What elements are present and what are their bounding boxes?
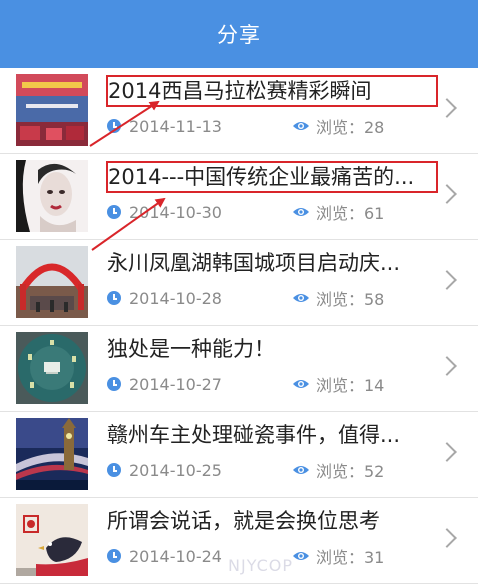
item-title: 2014---中国传统企业最痛苦的... (106, 161, 438, 193)
item-date: 2014-10-30 (107, 201, 222, 223)
item-date: 2014-10-25 (107, 459, 222, 481)
thumbnail-birds (16, 504, 88, 576)
date-text: 2014-11-13 (129, 116, 222, 136)
list-item[interactable]: 所谓会说话，就是会换位思考 2014-10-24 浏览：31 (0, 498, 478, 584)
list-item[interactable]: 2014---中国传统企业最痛苦的... 2014-10-30 浏览：61 (0, 154, 478, 240)
date-text: 2014-10-27 (129, 374, 222, 394)
item-views: 浏览：31 (292, 545, 384, 567)
page-title: 分享 (217, 23, 261, 47)
item-views: 浏览：61 (292, 201, 384, 223)
item-date: 2014-10-24 (107, 545, 222, 567)
item-title: 赣州车主处理碰瓷事件，值得... (107, 423, 401, 447)
eye-icon (292, 378, 310, 390)
chevron-right-icon (437, 270, 457, 290)
item-views: 浏览：58 (292, 287, 384, 309)
list-item[interactable]: 永川凤凰湖韩国城项目启动庆... 2014-10-28 浏览：58 (0, 240, 478, 326)
item-title: 永川凤凰湖韩国城项目启动庆... (107, 251, 401, 275)
clock-icon (107, 377, 121, 391)
date-text: 2014-10-28 (129, 288, 222, 308)
item-views: 浏览：14 (292, 373, 384, 395)
list-item[interactable]: 2014西昌马拉松赛精彩瞬间 2014-11-13 浏览：28 (0, 68, 478, 154)
thumbnail-portrait (16, 160, 88, 232)
chevron-right-icon (437, 98, 457, 118)
views-text: 浏览：28 (316, 118, 385, 137)
clock-icon (107, 119, 121, 133)
share-list: 2014西昌马拉松赛精彩瞬间 2014-11-13 浏览：28 2014---中… (0, 68, 478, 584)
date-text: 2014-10-24 (129, 546, 222, 566)
item-title: 所谓会说话，就是会换位思考 (107, 509, 380, 533)
item-title: 独处是一种能力！ (107, 337, 275, 361)
item-views: 浏览：52 (292, 459, 384, 481)
eye-icon (292, 464, 310, 476)
item-date: 2014-10-28 (107, 287, 222, 309)
views-text: 浏览：14 (316, 376, 385, 395)
thumbnail-ceremony (16, 246, 88, 318)
eye-icon (292, 292, 310, 304)
views-text: 浏览：61 (316, 204, 385, 223)
clock-icon (107, 549, 121, 563)
eye-icon (292, 206, 310, 218)
thumbnail-marathon (16, 74, 88, 146)
views-text: 浏览：31 (316, 548, 385, 567)
chevron-right-icon (437, 184, 457, 204)
clock-icon (107, 463, 121, 477)
views-text: 浏览：58 (316, 290, 385, 309)
clock-icon (107, 291, 121, 305)
item-views: 浏览：28 (292, 115, 384, 137)
item-date: 2014-11-13 (107, 115, 222, 137)
date-text: 2014-10-25 (129, 460, 222, 480)
chevron-right-icon (437, 442, 457, 462)
thumbnail-night-city (16, 418, 88, 490)
date-text: 2014-10-30 (129, 202, 222, 222)
eye-icon (292, 550, 310, 562)
item-date: 2014-10-27 (107, 373, 222, 395)
list-item[interactable]: 独处是一种能力！ 2014-10-27 浏览：14 (0, 326, 478, 412)
eye-icon (292, 120, 310, 132)
thumbnail-solitude (16, 332, 88, 404)
item-title: 2014西昌马拉松赛精彩瞬间 (106, 75, 438, 107)
chevron-right-icon (437, 528, 457, 548)
views-text: 浏览：52 (316, 462, 385, 481)
chevron-right-icon (437, 356, 457, 376)
list-item[interactable]: 赣州车主处理碰瓷事件，值得... 2014-10-25 浏览：52 (0, 412, 478, 498)
share-page: 分享 2014西昌马拉松赛精彩瞬间 2014-11-13 浏览：28 2014-… (0, 0, 478, 587)
clock-icon (107, 205, 121, 219)
header-bar: 分享 (0, 0, 478, 68)
